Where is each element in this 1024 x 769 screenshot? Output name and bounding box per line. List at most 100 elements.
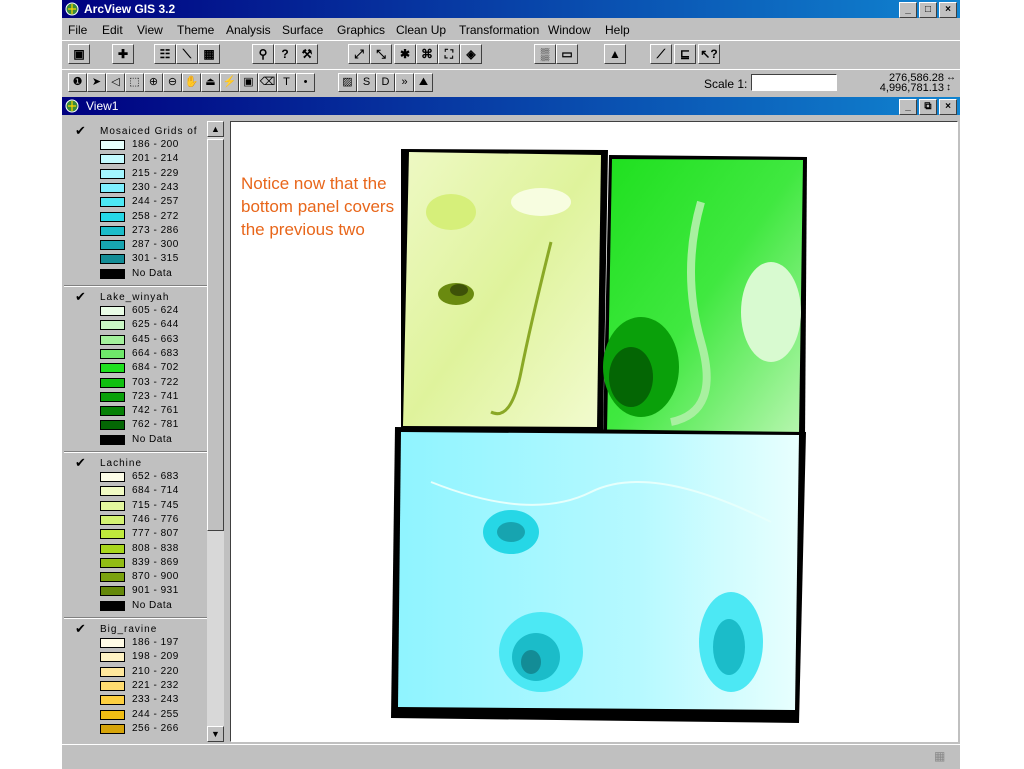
pointer-tool[interactable]: ➤ [87, 73, 106, 92]
legend-swatch [100, 197, 125, 208]
hot-link-button[interactable]: ⊑ [674, 44, 696, 64]
zoom-out-button[interactable]: ⛶ [438, 44, 460, 64]
locate-button[interactable]: ? [274, 44, 296, 64]
legend-swatch [100, 723, 125, 734]
legend-swatch [100, 320, 125, 331]
legend-swatch [100, 666, 125, 677]
select-feature-tool[interactable]: ⬚ [125, 73, 144, 92]
menu-transformation[interactable]: Transformation [459, 23, 539, 37]
menu-graphics[interactable]: Graphics [337, 23, 385, 37]
lake-winyah-raster [603, 155, 807, 440]
menu-analysis[interactable]: Analysis [226, 23, 271, 37]
menu-theme[interactable]: Theme [177, 23, 214, 37]
legend-swatch [100, 140, 125, 150]
button-bar: ▣ ✚ ☷ ⟍ ▦ ⚲ ? ⚒ ⤢ ⤡ ✱ ⌘ ⛶ ◈ ▒ ▭ ▲ ⟋ ⊑ ↖? [62, 40, 960, 70]
query-builder-button[interactable]: ⚒ [296, 44, 318, 64]
legend-class-label: 273 - 286 [132, 224, 179, 236]
maximize-button[interactable]: □ [919, 2, 937, 18]
scale-input[interactable] [751, 74, 837, 91]
create-chart-button[interactable]: ▲ [604, 44, 626, 64]
open-table-button[interactable]: ▦ [198, 44, 220, 64]
theme-properties-button[interactable]: ☷ [154, 44, 176, 64]
pan-tool[interactable]: ✋ [182, 73, 201, 92]
menu-bar: File Edit View Theme Analysis Surface Gr… [62, 19, 960, 39]
surface-tool[interactable]: ⛰ [414, 73, 433, 92]
menu-edit[interactable]: Edit [102, 23, 123, 37]
legend-class-label: 625 - 644 [132, 319, 179, 331]
legend-swatch [100, 182, 125, 193]
add-theme-button[interactable]: ✚ [112, 44, 134, 64]
legend-swatch [100, 154, 125, 165]
text-tool[interactable]: T [277, 73, 296, 92]
app-title: ArcView GIS 3.2 [84, 2, 176, 16]
title-bar: ArcView GIS 3.2 _ □ × [62, 0, 960, 18]
measure-tool[interactable]: ⏏ [201, 73, 220, 92]
contour-tool[interactable]: » [395, 73, 414, 92]
profile-tool[interactable]: ▨ [338, 73, 357, 92]
view-minimize-button[interactable]: _ [899, 99, 917, 115]
map-canvas[interactable]: Notice now that the bottom panel covers … [230, 121, 958, 742]
menu-window[interactable]: Window [548, 23, 591, 37]
legend-class-label: 287 - 300 [132, 239, 179, 251]
draw-point-tool[interactable]: • [296, 73, 315, 92]
legend-class-label: 186 - 197 [132, 637, 179, 648]
edit-legend-button[interactable]: ⟍ [176, 44, 198, 64]
menu-cleanup[interactable]: Clean Up [396, 23, 446, 37]
legend-class-label: 777 - 807 [132, 528, 179, 540]
s-tool[interactable]: S [357, 73, 376, 92]
zoom-in-tool[interactable]: ⊕ [144, 73, 163, 92]
legend-swatch [100, 638, 125, 648]
close-button[interactable]: × [939, 2, 957, 18]
save-project-button[interactable]: ▣ [68, 44, 90, 64]
vertex-edit-tool[interactable]: ◁ [106, 73, 125, 92]
legend-class-label: No Data [132, 599, 173, 611]
legend-swatch [100, 500, 125, 511]
zoom-full-extent-button[interactable]: ⤢ [348, 44, 370, 64]
zoom-previous-button[interactable]: ◈ [460, 44, 482, 64]
zoom-selected-button[interactable]: ✱ [394, 44, 416, 64]
legend-swatch [100, 600, 125, 611]
toc-scrollbar[interactable]: ▲ ▼ [207, 121, 224, 742]
area-of-interest-tool[interactable]: ▣ [239, 73, 258, 92]
menu-surface[interactable]: Surface [282, 23, 323, 37]
minimize-button[interactable]: _ [899, 2, 917, 18]
view-close-button[interactable]: × [939, 99, 957, 115]
zoom-in-button[interactable]: ⌘ [416, 44, 438, 64]
label-tool[interactable]: ⌫ [258, 73, 277, 92]
legend-class-label: 244 - 255 [132, 708, 179, 720]
theme-visibility-checkbox[interactable]: ✔ [75, 290, 87, 303]
theme-visibility-checkbox[interactable]: ✔ [75, 124, 87, 137]
hotlink-tool[interactable]: ⚡ [220, 73, 239, 92]
view-title: View1 [86, 99, 119, 113]
zoom-out-tool[interactable]: ⊖ [163, 73, 182, 92]
globe-app-icon [65, 2, 79, 16]
menu-view[interactable]: View [137, 23, 163, 37]
menu-help[interactable]: Help [605, 23, 630, 37]
clear-selection-button[interactable]: ▭ [556, 44, 578, 64]
d-tool[interactable]: D [376, 73, 395, 92]
theme-name: Lake_winyah [100, 292, 170, 303]
theme-visibility-checkbox[interactable]: ✔ [75, 456, 87, 469]
view-restore-button[interactable]: ⧉ [919, 99, 937, 115]
select-features-button[interactable]: ▒ [534, 44, 556, 64]
find-button[interactable]: ⚲ [252, 44, 274, 64]
legend-class-label: 742 - 761 [132, 405, 179, 417]
scroll-down-button[interactable]: ▼ [207, 726, 224, 742]
legend-swatch [100, 240, 125, 251]
identify-tool[interactable]: ❶ [68, 73, 87, 92]
legend-class-label: 186 - 200 [132, 139, 179, 150]
help-button[interactable]: ↖? [698, 44, 720, 64]
scroll-up-button[interactable]: ▲ [207, 121, 224, 137]
theme-visibility-checkbox[interactable]: ✔ [75, 622, 87, 635]
scroll-thumb[interactable] [207, 139, 224, 531]
legend-class-label: 652 - 683 [132, 471, 179, 482]
theme-name: Mosaiced Grids of [100, 126, 198, 137]
create-layout-button[interactable]: ⟋ [650, 44, 672, 64]
menu-file[interactable]: File [68, 23, 87, 37]
mosaic-raster [391, 427, 806, 723]
coordinate-readout: 276,586.28 4,996,781.13 [852, 73, 944, 94]
y-coordinate: 4,996,781.13 [879, 82, 944, 94]
zoom-active-themes-button[interactable]: ⤡ [370, 44, 392, 64]
legend-swatch [100, 680, 125, 691]
scale-label: Scale 1: [704, 77, 748, 91]
